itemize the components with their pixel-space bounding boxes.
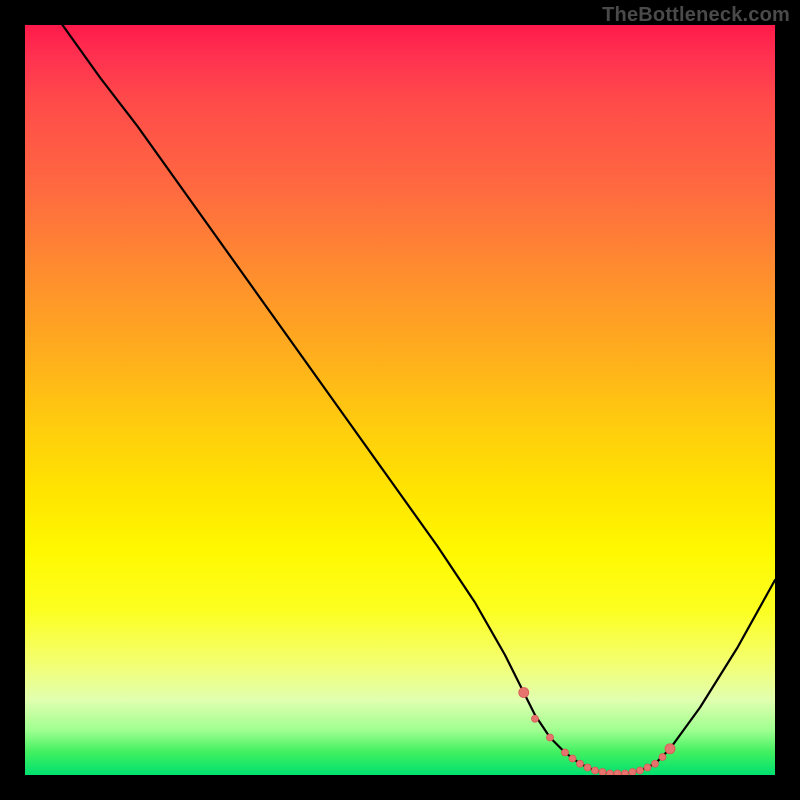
marker-dot [665,744,675,754]
marker-dot [622,770,629,775]
marker-dot [562,749,569,756]
marker-dot [652,760,659,767]
marker-dot [532,715,539,722]
watermark-text: TheBottleneck.com [602,4,790,27]
plot-area [25,25,775,775]
curve-layer [25,25,775,775]
marker-dot [614,770,621,775]
marker-dot [659,754,666,761]
chart-container: TheBottleneck.com [0,0,800,800]
marker-dot [592,767,599,774]
bottleneck-curve [63,25,776,774]
marker-dot [599,769,606,776]
marker-dot [519,688,529,698]
marker-dot [584,764,591,771]
marker-dot [577,760,584,767]
marker-dot [607,770,614,775]
marker-dot [644,764,651,771]
marker-dot [637,767,644,774]
curve-markers [519,688,675,776]
marker-dot [547,734,554,741]
marker-dot [629,769,636,776]
marker-dot [569,755,576,762]
